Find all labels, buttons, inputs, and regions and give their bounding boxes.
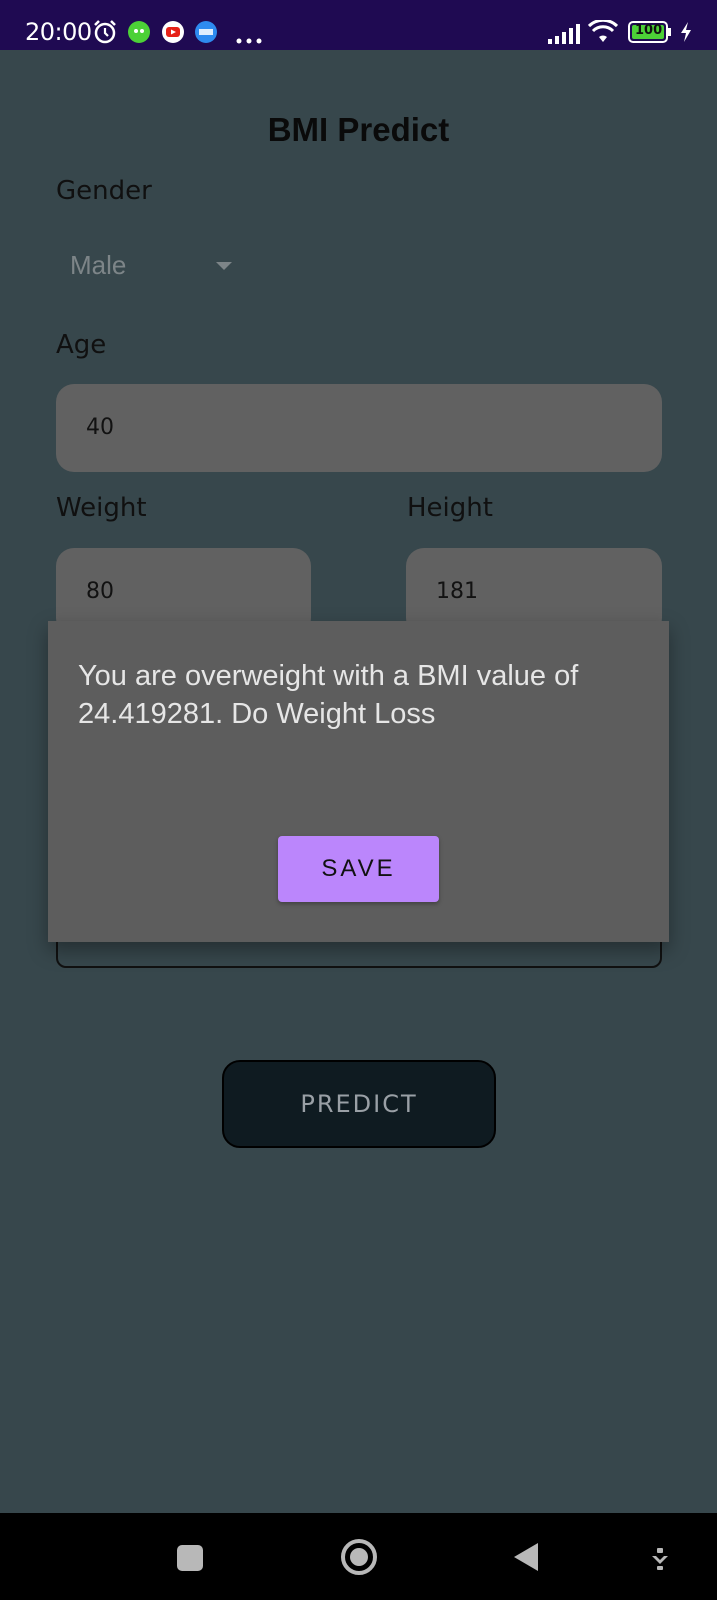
recents-icon[interactable]	[176, 1544, 204, 1576]
alarm-icon	[92, 19, 118, 49]
noveltoon-icon	[195, 21, 217, 47]
weight-label: Weight	[56, 493, 147, 523]
bmi-result-dialog: You are overweight with a BMI value of 2…	[48, 621, 669, 942]
signal-icon	[548, 24, 580, 48]
gender-dropdown-value: Male	[70, 250, 127, 280]
age-label: Age	[56, 330, 107, 360]
page-title: BMI Predict	[267, 111, 450, 148]
hide-navbar-icon[interactable]	[650, 1548, 670, 1574]
chevron-down-icon	[216, 262, 232, 270]
battery-icon: 100	[628, 21, 672, 43]
wifi-icon	[587, 18, 619, 48]
status-bar: 20:00 100	[0, 0, 717, 50]
gender-label: Gender	[56, 176, 152, 206]
predict-button[interactable]: PREDICT	[222, 1060, 496, 1148]
youtube-icon	[162, 21, 184, 47]
more-dots-icon	[236, 29, 262, 48]
battery-level: 100	[635, 23, 663, 38]
status-time: 20:00	[25, 18, 92, 46]
height-label: Height	[407, 493, 493, 523]
save-button[interactable]: SAVE	[278, 836, 439, 902]
age-input[interactable]: 40	[56, 384, 662, 472]
home-icon[interactable]	[340, 1538, 378, 1580]
back-icon[interactable]	[512, 1542, 540, 1576]
dialog-message: You are overweight with a BMI value of 2…	[78, 660, 579, 730]
app-notification-icon	[128, 21, 150, 47]
charging-icon	[680, 22, 692, 46]
navigation-bar	[0, 1513, 717, 1600]
